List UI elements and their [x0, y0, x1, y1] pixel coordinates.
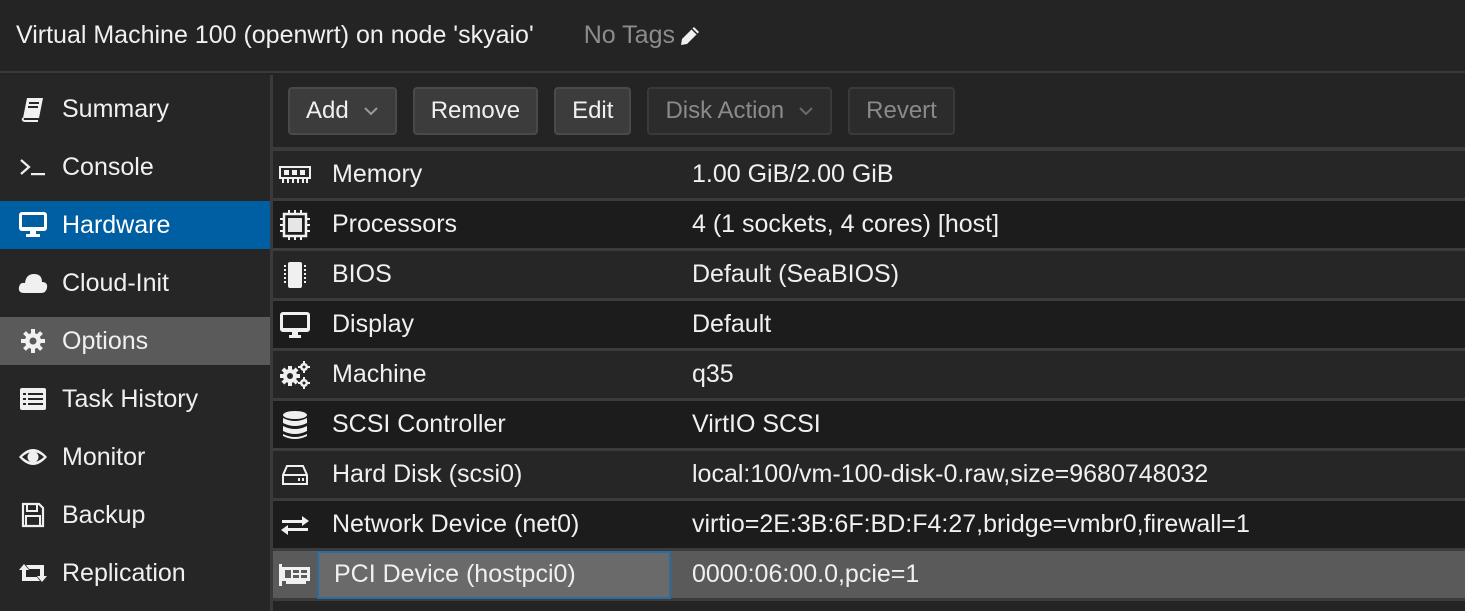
sidebar-item-backup[interactable]: Backup	[0, 491, 270, 539]
memory-icon	[273, 165, 317, 184]
sidebar-item-hardware[interactable]: Hardware	[0, 201, 270, 249]
row-key: Display	[332, 310, 414, 338]
sidebar-item-label: Options	[62, 326, 149, 355]
sidebar-nav: Summary Console Hardware Cloud-Init Opti…	[0, 75, 270, 611]
sidebar-item-label: Cloud-Init	[62, 268, 169, 297]
sidebar-item-monitor[interactable]: Monitor	[0, 433, 270, 481]
table-row[interactable]: Memory 1.00 GiB/2.00 GiB	[273, 151, 1465, 201]
sidebar-item-replication[interactable]: Replication	[0, 549, 270, 597]
row-key: SCSI Controller	[332, 410, 506, 438]
list-icon	[17, 387, 49, 411]
row-value: 4 (1 sockets, 4 cores) [host]	[692, 210, 1000, 238]
cogs-icon	[273, 360, 317, 390]
row-value: Default	[692, 310, 772, 338]
sidebar-item-label: Task History	[62, 384, 199, 413]
sidebar-item-label: Summary	[62, 94, 169, 123]
chevron-down-icon	[798, 106, 814, 116]
hardware-toolbar: Add Remove Edit Disk Action Revert	[273, 75, 1465, 147]
row-value: 0000:06:00.0,pcie=1	[692, 560, 920, 588]
sidebar-item-console[interactable]: Console	[0, 143, 270, 191]
tags-editor[interactable]: No Tags	[584, 21, 701, 50]
sidebar-item-options[interactable]: Options	[0, 317, 270, 365]
cloud-icon	[17, 272, 49, 294]
edit-button[interactable]: Edit	[554, 87, 632, 135]
row-value: local:100/vm-100-disk-0.raw,size=9680748…	[692, 460, 1209, 488]
revert-button[interactable]: Revert	[848, 87, 955, 135]
retweet-icon	[17, 562, 49, 584]
row-key: Memory	[332, 160, 423, 188]
terminal-icon	[17, 157, 49, 177]
row-key: BIOS	[332, 260, 392, 288]
table-row[interactable]: Display Default	[273, 301, 1465, 351]
sidebar-item-summary[interactable]: Summary	[0, 85, 270, 133]
row-value: virtio=2E:3B:6F:BD:F4:27,bridge=vmbr0,fi…	[692, 510, 1250, 538]
row-key: Network Device (net0)	[332, 510, 580, 538]
row-key: Machine	[332, 360, 427, 388]
table-row[interactable]: Machine q35	[273, 351, 1465, 401]
row-key: PCI Device (hostpci0)	[317, 550, 671, 599]
sidebar-item-cloud-init[interactable]: Cloud-Init	[0, 259, 270, 307]
disk-action-button[interactable]: Disk Action	[647, 87, 833, 135]
floppy-icon	[17, 502, 49, 528]
pci-card-icon	[273, 563, 317, 587]
page-header: Virtual Machine 100 (openwrt) on node 's…	[0, 0, 1465, 73]
disk-action-label: Disk Action	[665, 97, 785, 124]
row-key: Processors	[332, 210, 458, 238]
book-icon	[17, 96, 49, 122]
eye-icon	[17, 447, 49, 467]
sidebar-item-label: Hardware	[62, 210, 171, 239]
gear-icon	[17, 328, 49, 354]
remove-button[interactable]: Remove	[412, 87, 539, 135]
database-icon	[273, 410, 317, 440]
row-value: VirtIO SCSI	[692, 410, 821, 438]
tags-label: No Tags	[583, 21, 675, 49]
table-row-selected[interactable]: PCI Device (hostpci0) 0000:06:00.0,pcie=…	[273, 550, 1465, 601]
sidebar-item-label: Console	[62, 152, 154, 181]
row-value: 1.00 GiB/2.00 GiB	[692, 160, 894, 188]
hdd-icon	[273, 463, 317, 487]
chevron-down-icon	[363, 106, 379, 116]
row-key: Hard Disk (scsi0)	[332, 460, 523, 488]
sidebar-item-label: Replication	[62, 558, 186, 587]
add-button[interactable]: Add	[288, 87, 397, 135]
table-row[interactable]: Processors 4 (1 sockets, 4 cores) [host]	[273, 201, 1465, 251]
table-row[interactable]: BIOS Default (SeaBIOS)	[273, 251, 1465, 301]
row-value: q35	[692, 360, 734, 388]
cpu-icon	[273, 209, 317, 241]
sidebar-item-label: Monitor	[62, 442, 146, 471]
add-button-label: Add	[306, 97, 349, 124]
sidebar-item-task-history[interactable]: Task History	[0, 375, 270, 423]
sidebar-item-label: Backup	[62, 500, 146, 529]
pencil-icon[interactable]	[679, 25, 701, 47]
table-row[interactable]: Network Device (net0) virtio=2E:3B:6F:BD…	[273, 501, 1465, 551]
table-row[interactable]: SCSI Controller VirtIO SCSI	[273, 401, 1465, 451]
table-row[interactable]: Hard Disk (scsi0) local:100/vm-100-disk-…	[273, 451, 1465, 501]
page-title: Virtual Machine 100 (openwrt) on node 's…	[16, 21, 534, 49]
desktop-icon	[273, 311, 317, 339]
row-value: Default (SeaBIOS)	[692, 260, 900, 288]
microchip-icon	[273, 260, 317, 290]
hardware-grid: Memory 1.00 GiB/2.00 GiB Processors 4 (1…	[273, 147, 1465, 611]
exchange-icon	[273, 514, 317, 536]
desktop-icon	[17, 211, 49, 239]
